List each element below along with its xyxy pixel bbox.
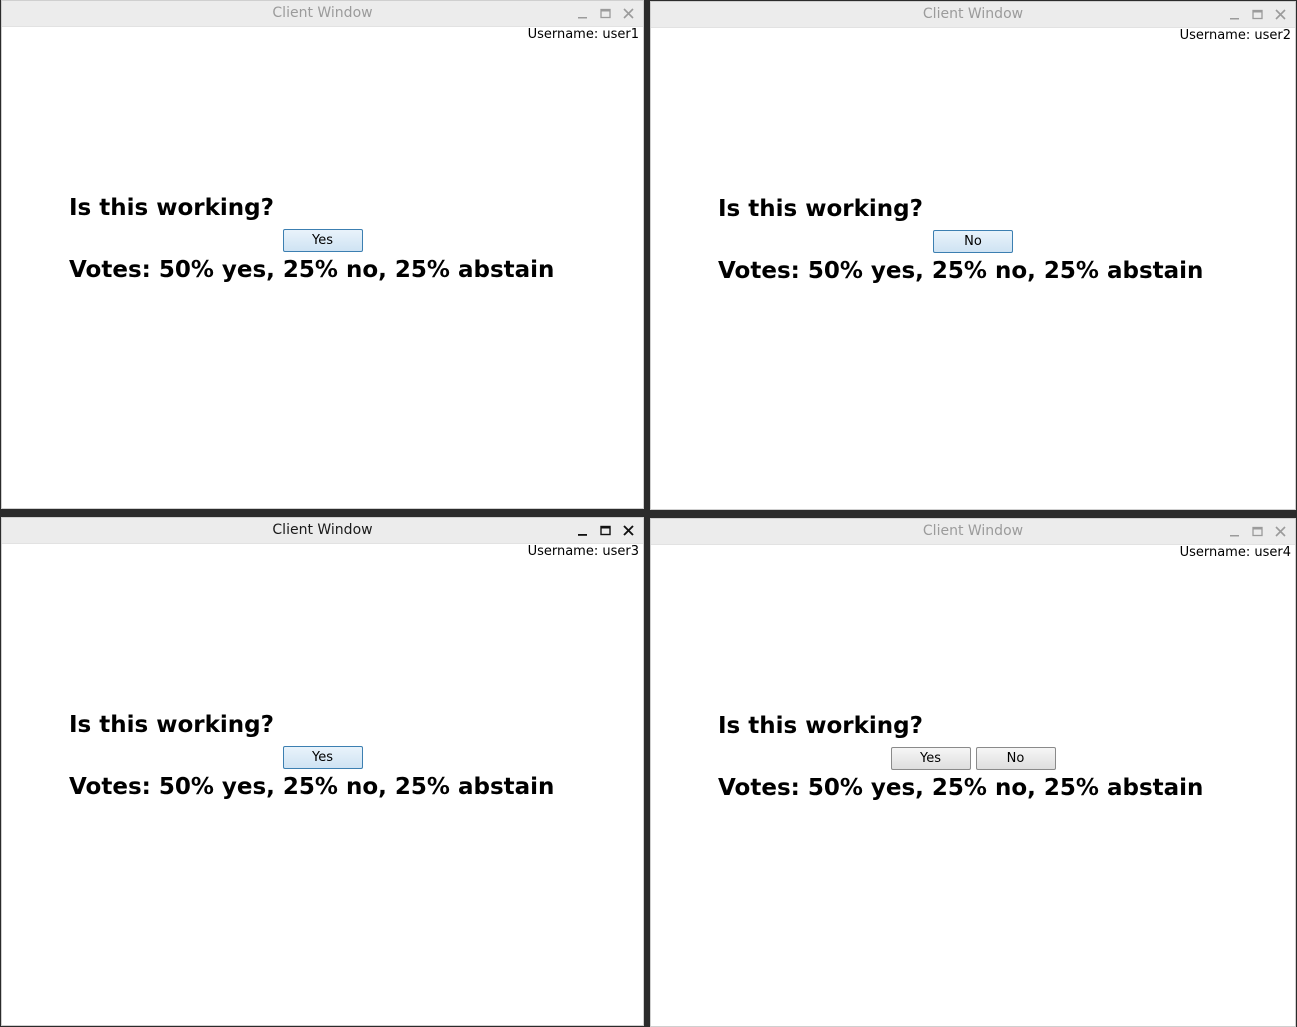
window-controls — [1228, 519, 1287, 543]
username-label: Username: user2 — [1179, 28, 1291, 43]
yes-button[interactable]: Yes — [282, 229, 363, 252]
minimize-icon[interactable] — [1228, 525, 1241, 538]
poll-question: Is this working? — [69, 195, 274, 221]
minimize-icon[interactable] — [576, 524, 589, 537]
close-icon[interactable] — [622, 7, 635, 20]
window-title: Client Window — [272, 522, 373, 538]
vote-results: Votes: 50% yes, 25% no, 25% abstain — [69, 257, 555, 283]
titlebar[interactable]: Client Window — [651, 519, 1295, 545]
client-window-user1: Client Window Username: user1 Is this wo… — [1, 0, 644, 509]
titlebar[interactable]: Client Window — [651, 2, 1295, 28]
poll-question: Is this working? — [69, 712, 274, 738]
maximize-icon[interactable] — [599, 524, 612, 537]
window-controls — [576, 1, 635, 25]
window-title: Client Window — [922, 523, 1024, 539]
username-label: Username: user1 — [527, 27, 639, 42]
window-controls — [1228, 2, 1287, 26]
username-label: Username: user3 — [527, 544, 639, 559]
minimize-icon[interactable] — [1228, 8, 1241, 21]
close-icon[interactable] — [1274, 8, 1287, 21]
username-label: Username: user4 — [1179, 545, 1291, 560]
vote-buttons: Yes — [2, 746, 643, 769]
titlebar[interactable]: Client Window — [2, 518, 643, 544]
vote-buttons: Yes — [2, 229, 643, 252]
vote-results: Votes: 50% yes, 25% no, 25% abstain — [69, 774, 555, 800]
no-button[interactable]: No — [975, 747, 1056, 770]
vote-results: Votes: 50% yes, 25% no, 25% abstain — [718, 258, 1204, 284]
yes-button[interactable]: Yes — [890, 747, 971, 770]
vote-buttons: Yes No — [651, 747, 1295, 770]
window-controls — [576, 518, 635, 542]
no-button[interactable]: No — [933, 230, 1013, 253]
close-icon[interactable] — [1274, 525, 1287, 538]
window-title: Client Window — [922, 6, 1024, 22]
titlebar[interactable]: Client Window — [2, 1, 643, 27]
vote-buttons: No — [651, 230, 1295, 253]
minimize-icon[interactable] — [576, 7, 589, 20]
poll-question: Is this working? — [718, 196, 923, 222]
close-icon[interactable] — [622, 524, 635, 537]
desktop: Client Window Username: user1 Is this wo… — [0, 0, 1297, 1027]
client-window-user2: Client Window Username: user2 Is this wo… — [650, 1, 1296, 510]
maximize-icon[interactable] — [599, 7, 612, 20]
client-window-user4: Client Window Username: user4 Is this wo… — [650, 518, 1296, 1027]
yes-button[interactable]: Yes — [282, 746, 363, 769]
maximize-icon[interactable] — [1251, 525, 1264, 538]
poll-question: Is this working? — [718, 713, 923, 739]
maximize-icon[interactable] — [1251, 8, 1264, 21]
vote-results: Votes: 50% yes, 25% no, 25% abstain — [718, 775, 1204, 801]
client-window-user3: Client Window Username: user3 Is this wo… — [1, 517, 644, 1026]
window-title: Client Window — [272, 5, 373, 21]
